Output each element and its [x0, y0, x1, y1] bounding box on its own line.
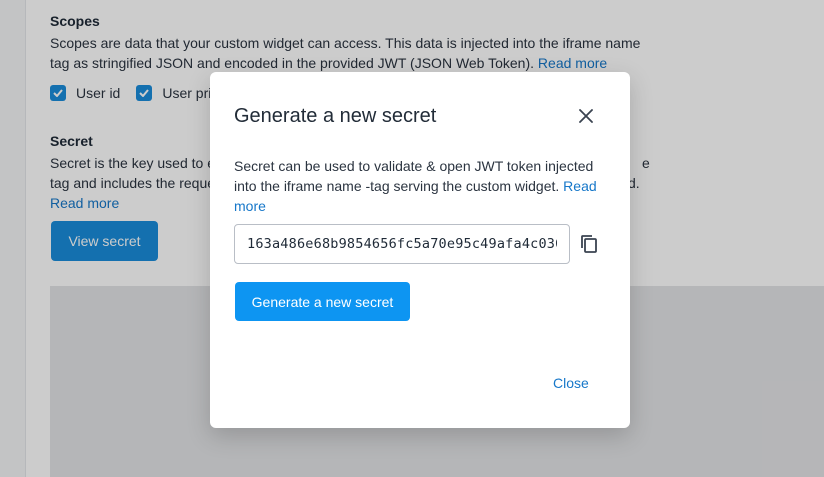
dialog-description-text: Secret can be used to validate & open JW… — [234, 158, 594, 194]
close-button[interactable]: Close — [553, 375, 589, 391]
copy-icon[interactable] — [578, 232, 600, 256]
generate-secret-dialog: Generate a new secret Secret can be used… — [210, 72, 630, 428]
dialog-title: Generate a new secret — [234, 105, 437, 127]
generate-secret-button[interactable]: Generate a new secret — [235, 282, 410, 321]
close-icon[interactable] — [576, 106, 596, 126]
dialog-description: Secret can be used to validate & open JW… — [234, 156, 606, 216]
secret-value-field[interactable] — [234, 224, 570, 264]
